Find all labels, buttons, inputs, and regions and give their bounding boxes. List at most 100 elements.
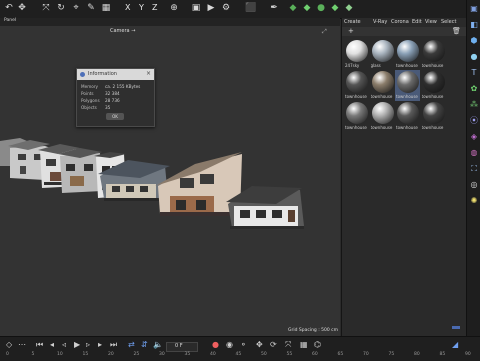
sphere-icon[interactable]: ● [469,52,479,62]
render-icon[interactable]: ▶ [205,2,217,14]
prev-frame-icon[interactable]: ◃ [62,340,66,349]
viewport-panel-menu[interactable]: Panel [4,18,16,23]
camera-label[interactable]: Camera → [110,28,135,34]
tag-icon[interactable]: ⦿ [469,116,479,126]
viewport-nav-icon[interactable]: ⤢ [322,28,327,36]
menu-create[interactable]: Create [344,19,361,25]
text-icon[interactable]: T [469,68,479,78]
rotation-key-icon[interactable]: ⟳ [270,340,277,349]
camera-icon[interactable]: ⛶ [469,164,479,174]
next-key-icon[interactable]: ▸ [98,340,102,349]
axis-x-toggle[interactable]: X [125,3,130,12]
fcurve-icon[interactable]: ◢ [452,340,458,349]
menu-corona[interactable]: Corona [391,19,409,25]
timeline-tick-label: 80 [414,352,420,357]
polygons-label: Polygons [81,98,100,103]
environment-icon[interactable]: ◎ [469,180,479,190]
coordinate-icon[interactable]: ⊕ [168,2,180,14]
object-tools-strip: ▣ ◧ ⬢ ● T ✿ ⁂ ⦿ ◈ ◍ ⛶ ◎ ✺ [466,0,480,336]
effector-icon[interactable]: ◍ [469,148,479,158]
menu-view[interactable]: View [425,19,437,25]
render-settings-icon[interactable]: ⚙ [220,2,232,14]
position-key-icon[interactable]: ✥ [256,340,263,349]
deformer-strip-icon[interactable]: ◈ [469,132,479,142]
scrub-icon[interactable]: ⋯ [18,340,26,349]
material-swatch[interactable] [422,40,445,62]
material-swatch[interactable] [397,40,419,62]
bounce-icon[interactable]: ⇵ [141,340,148,349]
camera-object-icon[interactable]: ◆ [343,2,355,14]
timeline-tick-label: 5 [31,352,35,357]
scale-icon[interactable]: ⤧ [40,2,52,14]
loop-icon[interactable]: ⇄ [128,340,135,349]
goto-end-icon[interactable]: ⏭ [110,340,117,350]
cube-icon[interactable]: ⬛ [245,2,257,14]
material-swatch[interactable] [422,71,445,93]
pen-icon[interactable]: ✎ [85,2,97,14]
material-swatch[interactable] [422,102,445,124]
undo-icon[interactable]: ↶ [3,2,15,14]
material-label: townhouse [396,125,418,130]
autokey-icon[interactable]: ◉ [226,340,233,349]
add-icon[interactable]: + [348,27,354,35]
render-region-icon[interactable]: ▣ [190,2,202,14]
point-key-icon[interactable]: ⌬ [314,340,321,349]
material-swatch[interactable] [397,71,419,93]
timeline-tick-label: 60 [312,352,318,357]
points-label: Points [81,91,94,96]
sound-icon[interactable]: 🔈 [153,340,163,349]
timeline-tick-label: 90 [465,352,471,357]
record-icon[interactable]: ● [212,340,219,349]
material-swatch[interactable] [371,71,394,93]
bend-icon[interactable]: ◧ [469,20,479,30]
dialog-titlebar[interactable]: Information × [77,69,154,80]
dialog-title: Information [88,71,117,77]
play-icon[interactable]: ▶ [74,340,80,349]
information-dialog: Information × Memory ca. 2 155 KBytes Po… [76,68,155,127]
axis-y-toggle[interactable]: Y [139,3,144,12]
menu-vray[interactable]: V-Ray [373,19,387,25]
keyframe-icon[interactable]: ◇ [6,340,12,349]
mograph-icon[interactable]: ✿ [469,84,479,94]
material-swatch[interactable] [371,102,394,124]
deformer-icon[interactable]: ◆ [301,2,313,14]
scale-key-icon[interactable]: ⤧ [285,340,291,350]
light-icon[interactable]: ✺ [469,196,479,206]
axis-z-toggle[interactable]: Z [152,3,157,12]
size-slider[interactable] [452,326,460,329]
select-icon[interactable]: ⌖ [70,2,82,14]
move-icon[interactable]: ✥ [16,2,28,14]
trash-icon[interactable]: 🗑 [452,27,461,35]
next-frame-icon[interactable]: ▹ [86,340,90,349]
material-swatch[interactable] [371,40,394,62]
material-toolbar: + 🗑 [342,27,466,36]
generator-icon[interactable]: ◆ [287,2,299,14]
material-label: townhouse [421,125,444,130]
material-swatch[interactable] [346,40,368,62]
param-key-icon[interactable]: ▦ [300,340,308,349]
layout-icon[interactable]: ▣ [469,4,479,14]
material-swatch[interactable] [346,71,368,93]
goto-start-icon[interactable]: ⏮ [36,340,43,350]
cloner-icon[interactable]: ⁂ [469,100,479,110]
timeline-tick-label: 25 [133,352,140,357]
grid-icon[interactable]: ▦ [100,2,112,14]
close-icon[interactable]: × [146,70,151,77]
rotate-icon[interactable]: ↻ [55,2,67,14]
scene-icon[interactable]: ◆ [329,2,341,14]
field-icon[interactable]: ● [315,2,327,14]
spline-icon[interactable]: ✒ [268,2,280,14]
frame-field[interactable]: 0 F [166,342,198,352]
cube-primitive-icon[interactable]: ⬢ [469,36,479,46]
menu-select[interactable]: Select [441,19,456,25]
ok-button[interactable]: OK [106,113,124,120]
frame-value: 0 F [175,343,183,349]
material-swatch[interactable] [397,102,419,124]
key-selection-icon[interactable]: ⚬ [240,340,247,349]
prev-key-icon[interactable]: ◂ [50,340,54,349]
menu-edit[interactable]: Edit [412,19,422,25]
3d-viewport[interactable]: ⤢ [0,26,340,336]
material-swatch[interactable] [346,102,368,124]
timeline-tick-label: 45 [235,352,242,357]
timeline-tick-label: 30 [159,352,165,357]
